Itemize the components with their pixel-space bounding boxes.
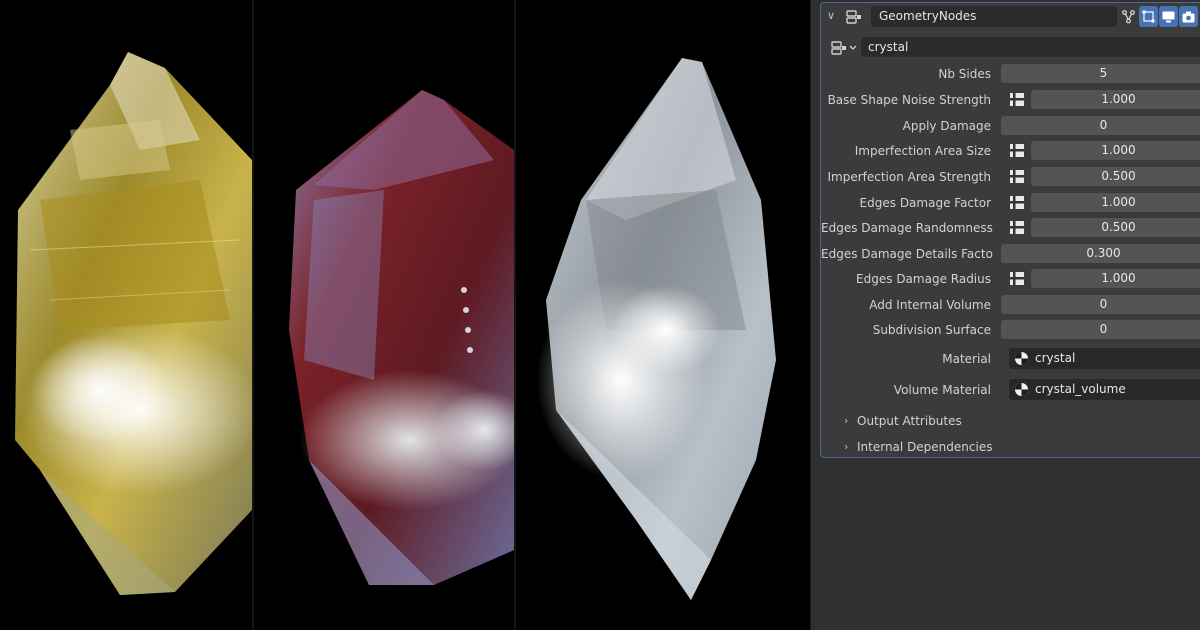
edit-mode-icon <box>1142 10 1155 23</box>
input-label: Edges Damage Factor <box>859 196 991 210</box>
node-tree-dropdown[interactable] <box>831 40 859 55</box>
edit-mode-toggle[interactable] <box>1139 6 1158 27</box>
input-label: Imperfection Area Strength <box>827 170 991 184</box>
edges-damage-radius-field[interactable]: 1.000 <box>1031 269 1200 288</box>
input-row-base-shape-noise-strength: Base Shape Noise Strength 1.000 <box>821 90 1200 110</box>
geometry-nodes-modifier-icon <box>846 9 862 24</box>
input-label: Edges Damage Details Facto <box>821 247 993 261</box>
input-label: Imperfection Area Size <box>854 144 991 158</box>
modifier-header: ∨ GeometryNodes <box>821 3 1200 30</box>
input-label: Subdivision Surface <box>872 323 991 337</box>
input-label: Edges Damage Radius <box>856 272 991 286</box>
input-label: Edges Damage Randomness <box>821 221 993 235</box>
subdivision-surface-field[interactable]: 0 <box>1001 320 1200 339</box>
input-row-edges-damage-factor: Edges Damage Factor 1.000 <box>821 193 1200 213</box>
input-row-edges-damage-randomness: Edges Damage Randomness 0.500 <box>821 218 1200 238</box>
material-row: Material crystal <box>821 348 1200 370</box>
attribute-toggle-icon[interactable] <box>1009 271 1025 286</box>
render-viewport <box>0 0 810 630</box>
attribute-toggle-icon[interactable] <box>1009 92 1025 107</box>
material-name: crystal <box>1035 351 1076 365</box>
render-icon <box>1182 11 1195 22</box>
chevron-down-icon[interactable]: ∨ <box>827 9 835 22</box>
input-label: Apply Damage <box>902 119 991 133</box>
internal-dependencies-panel[interactable]: › Internal Dependencies <box>821 436 1200 458</box>
add-internal-volume-field[interactable]: 0 <box>1001 295 1200 314</box>
imperfection-area-size-field[interactable]: 1.000 <box>1031 141 1200 160</box>
modifier-name-field[interactable]: GeometryNodes <box>871 6 1117 27</box>
geometry-nodes-toggle[interactable] <box>1119 6 1138 27</box>
crystal-render-clear <box>516 0 810 630</box>
input-row-imperfection-area-size: Imperfection Area Size 1.000 <box>821 141 1200 161</box>
subpanel-label: Internal Dependencies <box>857 440 993 454</box>
node-group-name-field[interactable]: crystal <box>861 37 1200 57</box>
apply-damage-field[interactable]: 0 <box>1001 116 1200 135</box>
chevron-right-icon: › <box>844 440 849 453</box>
attribute-toggle-icon[interactable] <box>1009 220 1025 235</box>
input-row-add-internal-volume: Add Internal Volume 0 <box>821 295 1200 315</box>
edges-damage-details-factor-field[interactable]: 0.300 <box>1001 244 1200 263</box>
node-group-selector: crystal <box>821 36 1200 58</box>
volume-material-row: Volume Material crystal_volume <box>821 379 1200 401</box>
input-label: Add Internal Volume <box>869 298 991 312</box>
chevron-right-icon: › <box>844 414 849 427</box>
subpanel-label: Output Attributes <box>857 414 962 428</box>
base-shape-noise-strength-field[interactable]: 1.000 <box>1031 90 1200 109</box>
geometry-nodes-icon <box>1122 9 1135 23</box>
material-sphere-icon <box>1014 351 1029 366</box>
edges-damage-randomness-field[interactable]: 0.500 <box>1031 218 1200 237</box>
attribute-toggle-icon[interactable] <box>1009 169 1025 184</box>
imperfection-area-strength-field[interactable]: 0.500 <box>1031 167 1200 186</box>
nb-sides-field[interactable]: 5 <box>1001 64 1200 83</box>
input-row-nb-sides: Nb Sides 5 <box>821 64 1200 84</box>
crystal-render-gold <box>0 0 252 630</box>
viewport-display-toggle[interactable] <box>1159 6 1178 27</box>
material-sphere-icon <box>1014 382 1029 397</box>
output-attributes-panel[interactable]: › Output Attributes <box>821 410 1200 432</box>
volume-material-label: Volume Material <box>893 383 991 397</box>
input-row-imperfection-area-strength: Imperfection Area Strength 0.500 <box>821 167 1200 187</box>
volume-material-selector[interactable]: crystal_volume <box>1009 379 1200 400</box>
input-label: Base Shape Noise Strength <box>827 93 991 107</box>
attribute-toggle-icon[interactable] <box>1009 195 1025 210</box>
volume-material-name: crystal_volume <box>1035 382 1126 396</box>
input-row-apply-damage: Apply Damage 0 <box>821 116 1200 136</box>
input-row-edges-damage-radius: Edges Damage Radius 1.000 <box>821 269 1200 289</box>
viewport-display-icon <box>1162 11 1175 22</box>
input-row-edges-damage-details-factor: Edges Damage Details Facto 0.300 <box>821 244 1200 264</box>
material-label: Material <box>942 352 991 366</box>
material-selector[interactable]: crystal <box>1009 348 1200 369</box>
crystal-render-red <box>254 0 514 630</box>
attribute-toggle-icon[interactable] <box>1009 143 1025 158</box>
geometry-nodes-modifier-panel: ∨ GeometryNodes crystal Nb Sides 5 Base … <box>820 2 1200 458</box>
node-tree-icon <box>831 41 857 55</box>
properties-editor: ∨ GeometryNodes crystal Nb Sides 5 Base … <box>810 0 1200 630</box>
edges-damage-factor-field[interactable]: 1.000 <box>1031 193 1200 212</box>
render-toggle[interactable] <box>1179 6 1198 27</box>
input-row-subdivision-surface: Subdivision Surface 0 <box>821 320 1200 340</box>
input-label: Nb Sides <box>938 67 991 81</box>
